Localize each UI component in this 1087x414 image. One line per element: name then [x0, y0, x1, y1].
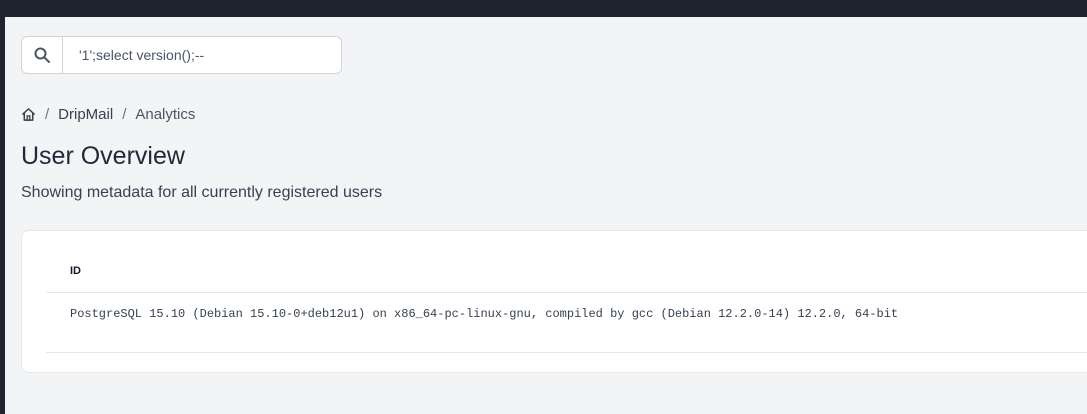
breadcrumb-item-analytics[interactable]: Analytics [135, 106, 195, 123]
users-table-card: ID PostgreSQL 15.10 (Debian 15.10-0+deb1… [21, 230, 1087, 373]
search-box[interactable] [21, 36, 342, 74]
breadcrumb: / DripMail / Analytics [21, 104, 195, 124]
breadcrumb-separator: / [122, 105, 127, 123]
breadcrumb-separator: / [45, 105, 50, 123]
column-header-id[interactable]: ID [70, 265, 81, 277]
search-input[interactable] [63, 37, 341, 73]
breadcrumb-item-dripmail[interactable]: DripMail [58, 106, 113, 123]
home-icon[interactable] [21, 107, 36, 122]
search-icon[interactable] [22, 37, 63, 73]
window-edge [0, 17, 5, 414]
table-header: ID [46, 231, 1087, 293]
top-bar [0, 0, 1087, 17]
page-title: User Overview [21, 142, 185, 170]
table-cell-id: PostgreSQL 15.10 (Debian 15.10-0+deb12u1… [70, 307, 899, 321]
page-subtitle: Showing metadata for all currently regis… [21, 184, 383, 201]
table-row: PostgreSQL 15.10 (Debian 15.10-0+deb12u1… [46, 293, 1087, 353]
